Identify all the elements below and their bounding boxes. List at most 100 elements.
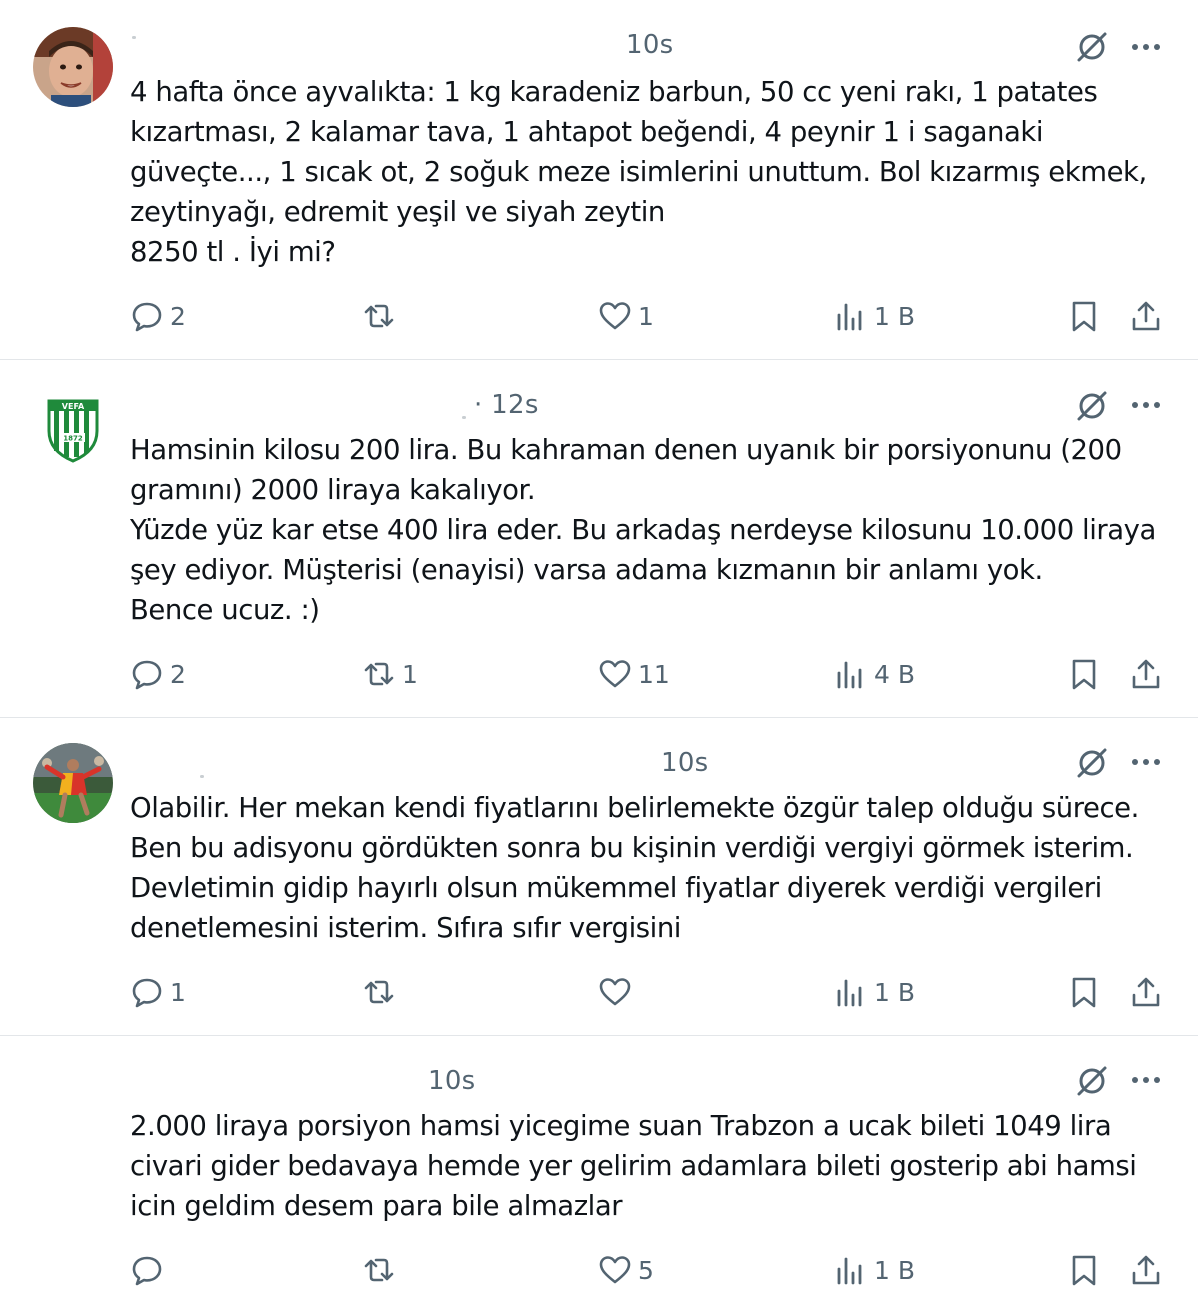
tweet-timestamp[interactable]: · 12s	[474, 390, 539, 420]
vefa-logo-text: VEFA	[62, 402, 85, 411]
vefa-logo: VEFA 1872	[33, 387, 113, 467]
reply-button[interactable]	[130, 1250, 170, 1290]
bar-chart-icon	[837, 979, 862, 1007]
tweet[interactable]: 10s 4 hafta önce ayvalıkta: 1 kg karaden…	[0, 0, 1198, 360]
retweet-button[interactable]: 1	[362, 654, 418, 694]
like-count: 11	[638, 659, 670, 689]
like-button[interactable]	[598, 972, 638, 1012]
grok-button[interactable]	[1074, 745, 1110, 781]
tweet-timestamp[interactable]: 10s	[428, 1066, 476, 1096]
bookmark-button[interactable]	[1067, 972, 1101, 1012]
retweet-icon	[364, 304, 394, 328]
views-button[interactable]: 1 B	[834, 296, 915, 336]
more-options-button[interactable]	[1130, 752, 1162, 772]
tweet-actions: 2 1 11 4 B	[0, 654, 1198, 694]
more-options-button[interactable]	[1130, 395, 1162, 415]
views-count: 1 B	[874, 1255, 916, 1285]
redacted-username	[200, 775, 204, 778]
views-button[interactable]: 4 B	[834, 654, 915, 694]
views-count: 1 B	[874, 977, 916, 1007]
tweet-actions: 5 1 B	[0, 1250, 1198, 1290]
like-button[interactable]: 11	[598, 654, 670, 694]
tweet-timestamp[interactable]: 10s	[661, 748, 709, 778]
reply-button[interactable]: 1	[130, 972, 186, 1012]
views-button[interactable]: 1 B	[834, 972, 915, 1012]
tweet-actions: 1 1 B	[0, 972, 1198, 1012]
more-options-button[interactable]	[1130, 37, 1162, 57]
grok-icon	[1077, 391, 1107, 421]
retweet-icon	[364, 980, 394, 1004]
grok-icon	[1077, 32, 1107, 62]
bookmark-button[interactable]	[1067, 296, 1101, 336]
share-icon	[1132, 1255, 1160, 1285]
tweet[interactable]: 10s Olabilir. Her mekan kendi fiyatların…	[0, 718, 1198, 1036]
tweet[interactable]: 10s 2.000 liraya porsiyon hamsi yicegime…	[0, 1036, 1198, 1302]
retweet-icon	[364, 662, 394, 686]
avatar[interactable]	[33, 743, 113, 823]
retweet-button[interactable]	[362, 972, 402, 1012]
bar-chart-icon	[837, 1257, 862, 1285]
heart-icon	[599, 978, 631, 1006]
vefa-logo-year: 1872	[63, 435, 83, 443]
tweet-text: 2.000 liraya porsiyon hamsi yicegime sua…	[130, 1110, 1137, 1222]
avatar[interactable]: VEFA 1872	[33, 387, 113, 467]
retweet-button[interactable]	[362, 1250, 402, 1290]
share-icon	[1132, 659, 1160, 689]
tweet-text: Hamsinin kilosu 200 lira. Bu kahraman de…	[130, 434, 1156, 626]
more-dots-icon	[1132, 44, 1160, 50]
share-icon	[1132, 977, 1160, 1007]
avatar[interactable]	[33, 27, 113, 107]
bookmark-icon	[1072, 301, 1096, 332]
like-count: 1	[638, 301, 654, 331]
like-button[interactable]: 5	[598, 1250, 654, 1290]
share-button[interactable]	[1129, 1250, 1163, 1290]
tweet-text: Olabilir. Her mekan kendi fiyatlarını be…	[130, 792, 1139, 944]
bar-chart-icon	[837, 303, 862, 331]
views-count: 1 B	[874, 301, 916, 331]
more-dots-icon	[1132, 759, 1160, 765]
bookmark-icon	[1072, 659, 1096, 690]
reply-count: 2	[170, 659, 186, 689]
heart-icon	[599, 660, 631, 688]
reply-count: 1	[170, 977, 186, 1007]
grok-icon	[1077, 748, 1107, 778]
tweet-actions: 2 1 1 B	[0, 296, 1198, 336]
retweet-button[interactable]	[362, 296, 402, 336]
grok-button[interactable]	[1074, 1063, 1110, 1099]
bookmark-button[interactable]	[1067, 654, 1101, 694]
tweet-timestamp[interactable]: 10s	[626, 30, 674, 60]
retweet-icon	[364, 1258, 394, 1282]
speech-bubble-icon	[132, 1256, 162, 1286]
redacted-username	[132, 36, 136, 39]
timeline-feed: 10s 4 hafta önce ayvalıkta: 1 kg karaden…	[0, 0, 1198, 1302]
tweet-text: 4 hafta önce ayvalıkta: 1 kg karadeniz b…	[130, 76, 1147, 268]
redacted-username	[462, 416, 466, 419]
speech-bubble-icon	[132, 302, 162, 332]
views-count: 4 B	[874, 659, 916, 689]
reply-button[interactable]: 2	[130, 296, 186, 336]
grok-button[interactable]	[1074, 29, 1110, 65]
heart-icon	[599, 1256, 631, 1284]
bookmark-icon	[1072, 1255, 1096, 1286]
more-dots-icon	[1132, 1077, 1160, 1083]
heart-icon	[599, 302, 631, 330]
grok-button[interactable]	[1074, 388, 1110, 424]
like-button[interactable]: 1	[598, 296, 654, 336]
reply-button[interactable]: 2	[130, 654, 186, 694]
bar-chart-icon	[837, 661, 862, 689]
more-dots-icon	[1132, 402, 1160, 408]
tweet[interactable]: VEFA 1872 · 12s Hamsinin kilosu 200 lira…	[0, 360, 1198, 718]
like-count: 5	[638, 1255, 654, 1285]
share-button[interactable]	[1129, 654, 1163, 694]
bookmark-button[interactable]	[1067, 1250, 1101, 1290]
share-button[interactable]	[1129, 296, 1163, 336]
retweet-count: 1	[402, 659, 418, 689]
reply-count: 2	[170, 301, 186, 331]
views-button[interactable]: 1 B	[834, 1250, 915, 1290]
share-icon	[1132, 301, 1160, 331]
more-options-button[interactable]	[1130, 1070, 1162, 1090]
share-button[interactable]	[1129, 972, 1163, 1012]
speech-bubble-icon	[132, 978, 162, 1008]
speech-bubble-icon	[132, 660, 162, 690]
grok-icon	[1077, 1066, 1107, 1096]
